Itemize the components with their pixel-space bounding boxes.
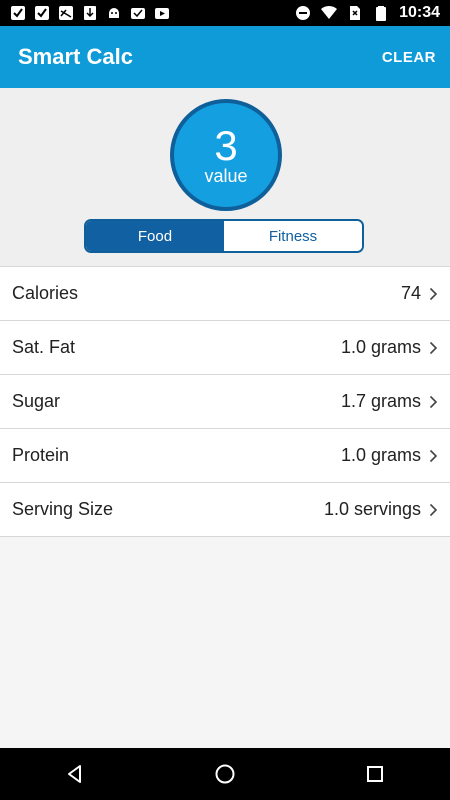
recents-button[interactable] [363, 762, 387, 786]
chevron-right-icon [429, 449, 438, 462]
list-item-serving-size[interactable]: Serving Size 1.0 servings [0, 483, 450, 537]
navigation-bar [0, 748, 450, 800]
cast-icon [59, 6, 73, 20]
wifi-icon [321, 5, 338, 20]
result-label: value [204, 165, 248, 186]
row-value: 1.7 grams [340, 391, 421, 411]
home-icon [215, 764, 235, 784]
row-label: Serving Size [12, 499, 114, 519]
row-value: 74 [400, 283, 421, 303]
row-label: Sugar [12, 391, 61, 411]
notification-icons [0, 5, 170, 21]
clear-button[interactable]: CLEAR [382, 49, 450, 66]
nutrition-list: Calories 74 Sat. Fat 1.0 grams Sugar 1.7… [0, 266, 450, 537]
checkbox-icon [11, 6, 25, 20]
dnd-icon [296, 6, 311, 20]
toggle-food[interactable]: Food [86, 221, 224, 251]
back-button[interactable] [63, 762, 87, 786]
check-cloud-icon [131, 8, 145, 19]
row-value: 1.0 grams [340, 445, 421, 465]
food-fitness-toggle: Food Fitness [84, 219, 364, 253]
battery-icon [376, 6, 387, 21]
toggle-fitness[interactable]: Fitness [224, 221, 362, 251]
row-label: Sat. Fat [12, 337, 76, 357]
app-title: Smart Calc [18, 44, 133, 69]
checkbox-icon [35, 6, 49, 20]
row-label: Calories [12, 283, 79, 303]
row-value: 1.0 grams [340, 337, 421, 357]
no-sim-icon [350, 6, 361, 20]
app-bar: Smart Calc CLEAR [0, 26, 450, 88]
home-button[interactable] [213, 762, 237, 786]
download-icon [84, 6, 96, 20]
result-value: 3 [214, 121, 238, 169]
list-item-sat-fat[interactable]: Sat. Fat 1.0 grams [0, 321, 450, 375]
status-bar: 10:34 [0, 0, 450, 26]
chevron-right-icon [429, 503, 438, 516]
chevron-right-icon [429, 287, 438, 300]
system-icons: 10:34 [295, 4, 450, 22]
chevron-right-icon [429, 395, 438, 408]
list-item-sugar[interactable]: Sugar 1.7 grams [0, 375, 450, 429]
recents-icon [367, 766, 383, 782]
android-icon [109, 8, 119, 18]
list-item-calories[interactable]: Calories 74 [0, 267, 450, 321]
chevron-right-icon [429, 341, 438, 354]
clock: 10:34 [399, 4, 440, 21]
row-label: Protein [12, 445, 70, 465]
result-header: 3 value Food Fitness [0, 88, 450, 266]
back-icon [68, 765, 81, 783]
play-store-icon [155, 8, 169, 19]
row-value: 1.0 servings [323, 499, 421, 519]
result-circle: 3 value [170, 99, 282, 211]
list-item-protein[interactable]: Protein 1.0 grams [0, 429, 450, 483]
